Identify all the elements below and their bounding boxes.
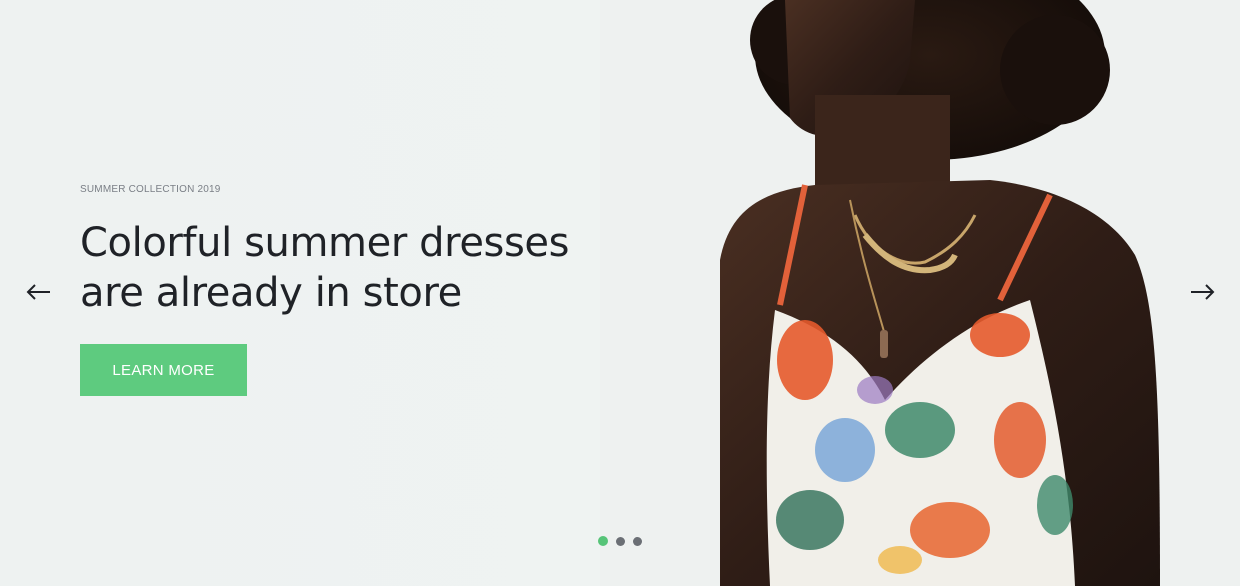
arrow-right-icon (1188, 280, 1216, 304)
arrow-left-icon (25, 280, 53, 304)
learn-more-button[interactable]: LEARN MORE (80, 344, 247, 396)
next-slide-button[interactable] (1188, 280, 1216, 304)
pagination-dot-3[interactable] (633, 536, 642, 546)
slide-headline-line-2: are already in store (80, 270, 462, 316)
slide-headline: Colorful summer dresses are already in s… (80, 218, 620, 318)
slider-pagination (598, 536, 642, 546)
slide-eyebrow: SUMMER COLLECTION 2019 (80, 184, 221, 195)
pagination-dot-2[interactable] (616, 536, 625, 546)
hero-slider: SUMMER COLLECTION 2019 Colorful summer d… (0, 0, 1240, 586)
prev-slide-button[interactable] (25, 280, 53, 304)
hero-photo (600, 0, 1240, 586)
pagination-dot-1[interactable] (598, 536, 608, 546)
slide-headline-line-1: Colorful summer dresses (80, 220, 570, 266)
slide-content: SUMMER COLLECTION 2019 Colorful summer d… (80, 184, 620, 396)
